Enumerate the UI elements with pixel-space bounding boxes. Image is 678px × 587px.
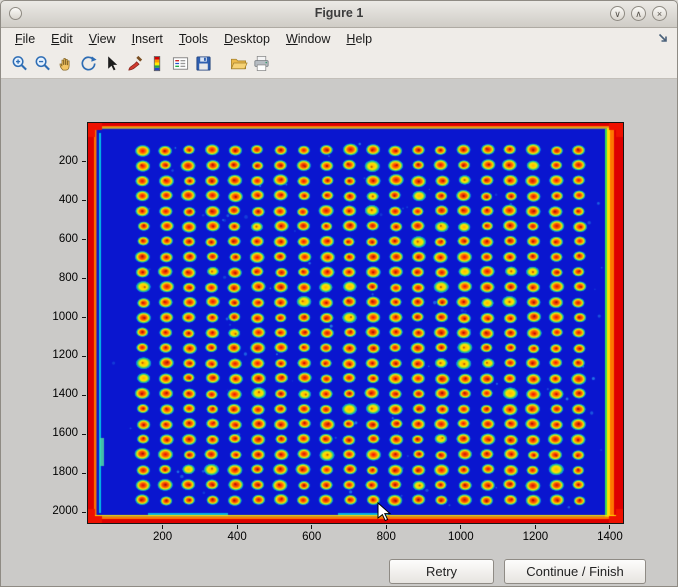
y-tick [82,512,86,513]
y-tick [82,161,86,162]
colorbar-icon [148,54,167,73]
hand-pan-icon [56,54,75,73]
y-tick [82,200,86,201]
window-shade-button[interactable]: ∨ [610,6,625,21]
menu-view[interactable]: View [81,30,124,48]
titlebar[interactable]: Figure 1 ∨ ∧ × [1,1,677,28]
y-tick-label: 200 [34,155,78,167]
toolbar-separator [215,49,227,78]
y-tick [82,278,86,279]
x-tick-label: 800 [364,531,408,543]
figure-toolbar [1,49,677,79]
menubar: File Edit View Insert Tools Desktop Wind… [1,28,677,49]
y-tick-label: 2000 [34,505,78,517]
x-tick-label: 600 [290,531,334,543]
heatmap-image[interactable] [88,123,623,523]
print-button[interactable] [250,52,272,75]
x-tick-label: 1200 [513,531,557,543]
y-tick [82,239,86,240]
y-tick-label: 1600 [34,427,78,439]
pan-button[interactable] [54,52,76,75]
zoom-out-icon [33,54,52,73]
x-tick-label: 1000 [439,531,483,543]
y-tick [82,473,86,474]
chevron-up-icon: ∧ [635,9,642,19]
menu-insert[interactable]: Insert [124,30,171,48]
x-tick-label: 200 [141,531,185,543]
rotate-3d-button[interactable] [77,52,99,75]
menu-desktop[interactable]: Desktop [216,30,278,48]
x-tick-label: 400 [215,531,259,543]
menu-window[interactable]: Window [278,30,338,48]
retry-button[interactable]: Retry [389,559,494,584]
legend-icon [171,54,190,73]
dock-figure-icon[interactable] [657,32,670,45]
window-maximize-button[interactable]: ∧ [631,6,646,21]
y-tick-label: 1200 [34,349,78,361]
y-tick-label: 400 [34,194,78,206]
y-tick-label: 1800 [34,466,78,478]
y-tick [82,317,86,318]
close-icon: × [657,9,662,19]
data-cursor-icon [102,54,121,73]
insert-colorbar-button[interactable] [146,52,168,75]
x-tick [386,525,387,529]
y-tick [82,434,86,435]
zoom-out-button[interactable] [31,52,53,75]
save-icon [194,54,213,73]
y-tick-label: 600 [34,233,78,245]
window-title: Figure 1 [1,6,677,20]
x-tick [311,525,312,529]
chevron-down-icon: ∨ [614,9,621,19]
x-tick [535,525,536,529]
insert-legend-button[interactable] [169,52,191,75]
zoom-in-icon [10,54,29,73]
y-tick [82,395,86,396]
open-folder-icon [229,54,248,73]
brush-icon [125,54,144,73]
x-tick [609,525,610,529]
menu-edit[interactable]: Edit [43,30,81,48]
x-tick-label: 1400 [588,531,632,543]
open-button[interactable] [227,52,249,75]
figure-canvas-area: Retry Continue / Finish 200 400 600 800 1000… [1,79,678,587]
continue-finish-button[interactable]: Continue / Finish [504,559,646,584]
menu-help[interactable]: Help [338,30,380,48]
save-button[interactable] [192,52,214,75]
menu-file[interactable]: File [7,30,43,48]
x-tick [460,525,461,529]
y-tick-label: 1400 [34,388,78,400]
menu-tools[interactable]: Tools [171,30,216,48]
rotate-3d-icon [79,54,98,73]
x-tick [237,525,238,529]
y-tick [82,356,86,357]
print-icon [252,54,271,73]
window-close-button[interactable]: × [652,6,667,21]
zoom-in-button[interactable] [8,52,30,75]
brush-button[interactable] [123,52,145,75]
figure-window: Figure 1 ∨ ∧ × File Edit View Insert Too… [0,0,678,587]
y-tick-label: 1000 [34,311,78,323]
y-tick-label: 800 [34,272,78,284]
plot-axes [87,122,624,524]
data-cursor-button[interactable] [100,52,122,75]
x-tick [162,525,163,529]
